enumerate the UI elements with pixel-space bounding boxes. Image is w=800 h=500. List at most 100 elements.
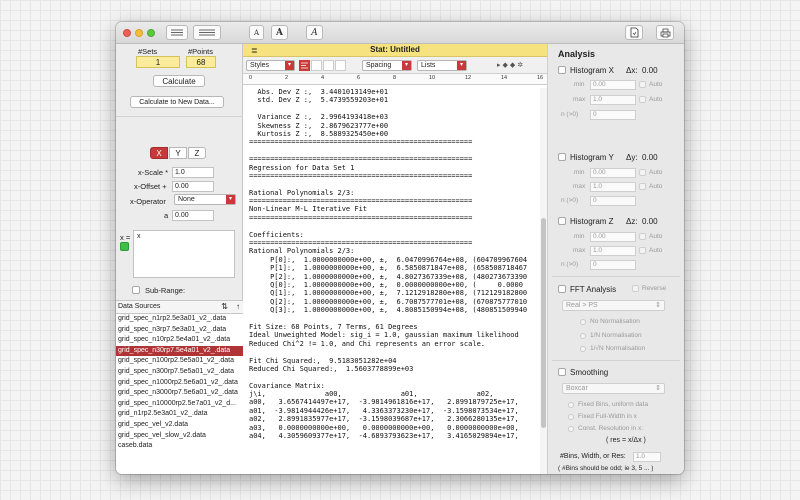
histogram-z-max-auto-checkbox[interactable] xyxy=(639,247,646,254)
histogram-y-n-field[interactable]: 0 xyxy=(590,196,636,206)
format-toolbar: Styles ▾ Spacing ▾ Lists ▾ ▸◆◆✲ xyxy=(243,57,547,74)
x-expression-field[interactable]: x xyxy=(133,230,235,278)
list-item[interactable]: grid_n1rp2.5e3a01_v2_.data xyxy=(116,409,243,420)
tab-y[interactable]: Y xyxy=(169,147,187,159)
list-item[interactable]: grid_spec_n3000rp7.5e6a01_v2_.data xyxy=(116,388,243,399)
align-justify-icon[interactable] xyxy=(323,60,334,71)
export-document-icon[interactable] xyxy=(625,25,643,40)
chevron-updown-icon: ⇕ xyxy=(655,302,661,309)
text-line: Kurtosis Z :, 8.5889325450e+00 xyxy=(249,129,389,138)
tab-z[interactable]: Z xyxy=(188,147,206,159)
a-field[interactable]: 0.00 xyxy=(172,210,214,221)
text-line: Rational Polynomials 2/3: xyxy=(249,188,355,197)
styles-select[interactable]: Styles ▾ xyxy=(246,60,295,71)
print-icon[interactable] xyxy=(656,25,674,40)
ruler-mark: 8 xyxy=(393,75,397,81)
list-item[interactable]: grid_spec_n3rp7.5e3a01_v2_.data xyxy=(116,325,243,336)
reverse-label: Reverse xyxy=(642,285,667,292)
histogram-z-min-field[interactable]: 0.00 xyxy=(590,232,636,242)
tab-x[interactable]: X xyxy=(150,147,168,159)
sets-value: 1 xyxy=(136,56,180,68)
list-item[interactable]: grid_spec_n30rp7.5e4a01_v2_.data xyxy=(116,345,243,357)
sqrtn-normalisation-radio[interactable] xyxy=(580,346,586,352)
styles-label: Styles xyxy=(250,62,270,69)
x-scale-field[interactable]: 1.0 xyxy=(172,167,214,178)
histogram-x-checkbox[interactable] xyxy=(558,66,566,74)
list-item[interactable]: grid_spec_n1rp2.5e3a01_v2_.data xyxy=(116,314,243,325)
list-item[interactable]: caseb.data xyxy=(116,441,243,452)
histogram-x-min-field[interactable]: 0.00 xyxy=(590,80,636,90)
smoothing-select[interactable]: Boxcar ⇕ xyxy=(562,383,665,394)
divider xyxy=(552,360,680,361)
histogram-x-n-field[interactable]: 0 xyxy=(590,110,636,120)
close-window-button[interactable] xyxy=(123,29,131,37)
const-resolution-radio[interactable] xyxy=(568,426,574,432)
fft-mode-select[interactable]: Real > PS ⇕ xyxy=(562,300,665,311)
n-normalisation-radio[interactable] xyxy=(580,333,586,339)
histogram-z-delta-value: 0.00 xyxy=(642,217,658,226)
histogram-y-max-field[interactable]: 1.0 xyxy=(590,182,636,192)
reverse-checkbox[interactable] xyxy=(632,285,639,292)
sets-label: #Sets xyxy=(138,47,158,56)
histogram-z-max-field[interactable]: 1.0 xyxy=(590,246,636,256)
fft-analysis-checkbox[interactable] xyxy=(558,285,566,293)
histogram-x-delta-value: 0.00 xyxy=(642,66,658,75)
no-normalisation-radio[interactable] xyxy=(580,319,586,325)
ruler-controls-icon[interactable]: ▸◆◆✲ xyxy=(497,61,525,69)
list-item[interactable]: grid_spec_n10000rp2.5e7a01_v2_d... xyxy=(116,399,243,410)
histogram-x-max-field[interactable]: 1.0 xyxy=(590,95,636,105)
bins-field[interactable]: 1.0 xyxy=(633,452,661,462)
font-smaller-button[interactable]: A xyxy=(249,25,264,40)
max-label: max xyxy=(573,96,586,103)
scrollbar[interactable] xyxy=(540,88,547,474)
scrollbar-thumb[interactable] xyxy=(541,218,546,428)
align-right-icon[interactable] xyxy=(335,60,346,71)
list-item[interactable]: grid_spec_n100rp2.5e5a01_v2_.data xyxy=(116,356,243,367)
analysis-panel: Analysis Histogram X Δx: 0.00 min 0.00 A… xyxy=(547,44,684,474)
calculate-to-new-data-button[interactable]: Calculate to New Data... xyxy=(130,96,224,108)
fixed-bins-radio[interactable] xyxy=(568,402,574,408)
x-offset-field[interactable]: 0.00 xyxy=(172,181,214,192)
x-operator-select[interactable]: None ▾ xyxy=(174,194,236,205)
subrange-label: Sub-Range: xyxy=(145,286,186,295)
histogram-z-checkbox[interactable] xyxy=(558,217,566,225)
minimize-window-button[interactable] xyxy=(135,29,143,37)
text-line: P[2]:, 1.0000000000e+00, ±, 4.8027367339… xyxy=(249,272,528,281)
tabular-data-icon[interactable] xyxy=(193,25,221,40)
list-item[interactable]: grid_spec_vel_slow_v2.data xyxy=(116,431,243,442)
calculate-button[interactable]: Calculate xyxy=(153,75,205,87)
fixed-fwhm-radio[interactable] xyxy=(568,414,574,420)
fixed-bins-label: Fixed Bins, uniform data xyxy=(578,401,649,408)
histogram-z-n-field[interactable]: 0 xyxy=(590,260,636,270)
list-item[interactable]: grid_spec_n300rp7.5e5a01_v2_.data xyxy=(116,367,243,378)
text-line: a02, 2.8991835977e+17, -3.1598039687e+17… xyxy=(249,415,519,424)
lists-select[interactable]: Lists ▾ xyxy=(417,60,467,71)
data-sources-header: Data Sources ⇅ ↑ xyxy=(116,301,243,314)
smoothing-checkbox[interactable] xyxy=(558,368,566,376)
font-larger-button[interactable]: A xyxy=(271,25,288,40)
sort-direction-icon[interactable]: ↑ xyxy=(236,301,240,313)
zoom-window-button[interactable] xyxy=(147,29,155,37)
histogram-z-min-auto-checkbox[interactable] xyxy=(639,233,646,240)
list-item[interactable]: grid_spec_n1000rp2.5e6a01_v2_.data xyxy=(116,378,243,389)
stats-output-text[interactable]: Abs. Dev Z :, 3.4401013149e+01 std. Dev … xyxy=(249,88,537,474)
list-item[interactable]: grid_spec_n10rp2.5e4a01_v2_.data xyxy=(116,335,243,346)
sample-data-icon[interactable] xyxy=(166,25,188,40)
sort-icon[interactable]: ⇅ xyxy=(221,301,228,313)
list-item[interactable]: grid_spec_vel_v2.data xyxy=(116,420,243,431)
align-left-icon[interactable] xyxy=(299,60,310,71)
histogram-y-min-field[interactable]: 0.00 xyxy=(590,168,636,178)
histogram-y-max-auto-checkbox[interactable] xyxy=(639,183,646,190)
text-line: Non-Linear M-L Iterative Fit xyxy=(249,205,368,214)
histogram-y-checkbox[interactable] xyxy=(558,153,566,161)
histogram-y-delta-label: Δy: xyxy=(626,153,638,162)
text-line: Skewness Z :, 2.8679623777e+00 xyxy=(249,121,389,130)
histogram-x-max-auto-checkbox[interactable] xyxy=(639,96,646,103)
subrange-checkbox[interactable] xyxy=(132,286,140,294)
histogram-y-min-auto-checkbox[interactable] xyxy=(639,169,646,176)
spacing-select[interactable]: Spacing ▾ xyxy=(362,60,412,71)
align-center-icon[interactable] xyxy=(311,60,322,71)
n-normalisation-label: 1/N Normalisation xyxy=(590,332,642,339)
histogram-x-min-auto-checkbox[interactable] xyxy=(639,81,646,88)
font-italic-button[interactable]: A xyxy=(306,25,323,40)
